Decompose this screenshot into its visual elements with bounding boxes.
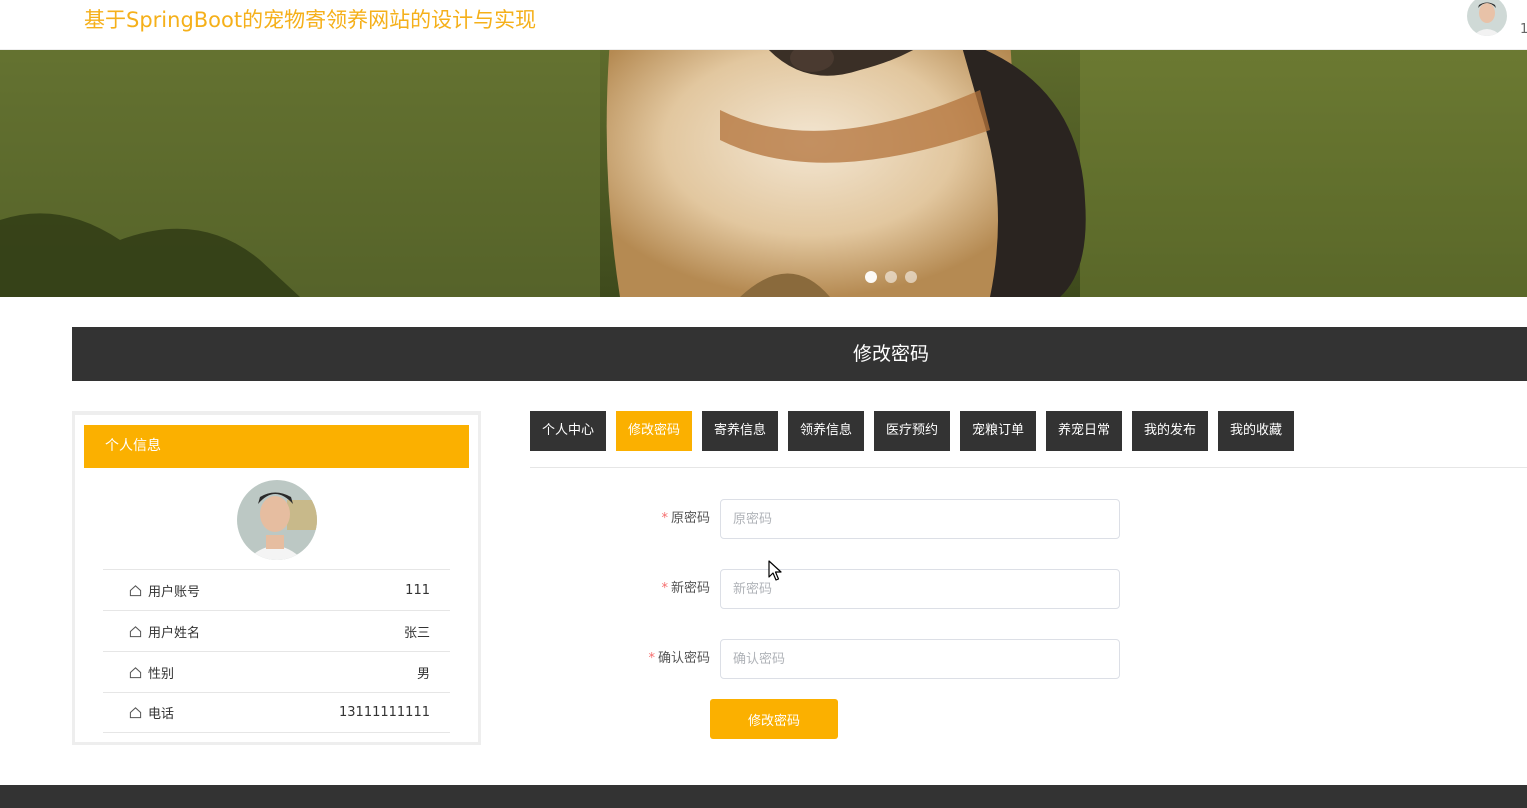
carousel-dot-2[interactable] xyxy=(885,271,897,283)
banner-image xyxy=(0,50,1527,297)
old-password-label-text: 原密码 xyxy=(670,511,710,526)
profile-field-value: 13111111111 xyxy=(339,705,430,720)
banner-carousel[interactable] xyxy=(0,50,1527,297)
user-avatar[interactable] xyxy=(1467,0,1507,36)
profile-field-value: 111 xyxy=(405,582,430,598)
new-password-label: * 新密码 xyxy=(661,569,710,609)
profile-field-label-wrapper: 性别 xyxy=(129,663,174,682)
home-icon xyxy=(129,666,142,678)
confirm-password-label: * 确认密码 xyxy=(648,639,710,679)
old-password-label: * 原密码 xyxy=(661,499,710,539)
confirm-password-row: * 确认密码 xyxy=(620,639,1120,679)
profile-field-label: 用户账号 xyxy=(148,584,201,600)
tab-pet-daily[interactable]: 养宠日常 xyxy=(1046,411,1122,451)
profile-field-label: 电话 xyxy=(148,707,175,722)
required-mark: * xyxy=(661,581,668,596)
tab-pet-food-orders[interactable]: 宠粮订单 xyxy=(960,411,1036,451)
page-title: 修改密码 xyxy=(72,327,1527,381)
user-center-tabs: 个人中心 修改密码 寄养信息 领养信息 医疗预约 宠粮订单 养宠日常 我的发布 … xyxy=(530,411,1294,451)
tab-change-password[interactable]: 修改密码 xyxy=(616,411,692,451)
tab-medical-appointment[interactable]: 医疗预约 xyxy=(874,411,950,451)
confirm-password-label-text: 确认密码 xyxy=(657,651,710,666)
profile-field-value: 男 xyxy=(416,666,430,682)
profile-field-label-wrapper: 用户姓名 xyxy=(129,622,200,641)
profile-field-value: 张三 xyxy=(403,625,430,641)
profile-avatar xyxy=(237,480,317,560)
new-password-label-text: 新密码 xyxy=(670,581,710,596)
profile-field-label-wrapper: 电话 xyxy=(129,703,174,722)
tab-my-favorites[interactable]: 我的收藏 xyxy=(1218,411,1294,451)
mouse-cursor-icon xyxy=(768,560,782,581)
tab-foster-info[interactable]: 寄养信息 xyxy=(702,411,778,451)
change-password-button[interactable]: 修改密码 xyxy=(710,699,838,739)
home-icon xyxy=(129,584,142,596)
profile-field-account: 用户账号 111 xyxy=(103,569,450,610)
top-header: 基于SpringBoot的宠物寄领养网站的设计与实现 1 xyxy=(0,0,1527,50)
profile-card: 个人信息 用户账号 111 用户姓名 张三 性别 男 电话 1311111111… xyxy=(72,411,481,745)
home-icon xyxy=(129,707,142,719)
tabs-divider xyxy=(530,467,1527,468)
profile-field-phone: 电话 13111111111 xyxy=(103,692,450,733)
old-password-row: * 原密码 xyxy=(620,499,1120,539)
profile-card-header: 个人信息 xyxy=(84,425,469,468)
carousel-dot-1[interactable] xyxy=(865,271,877,283)
user-name-label[interactable]: 1 xyxy=(1520,22,1527,37)
profile-field-gender: 性别 男 xyxy=(103,651,450,692)
confirm-password-input[interactable] xyxy=(720,639,1120,679)
carousel-indicators xyxy=(865,271,917,283)
page-footer xyxy=(0,785,1527,808)
profile-field-label: 用户姓名 xyxy=(148,625,201,641)
required-mark: * xyxy=(648,651,655,666)
home-icon xyxy=(129,625,142,637)
carousel-dot-3[interactable] xyxy=(905,271,917,283)
site-title[interactable]: 基于SpringBoot的宠物寄领养网站的设计与实现 xyxy=(84,4,536,34)
tab-personal-center[interactable]: 个人中心 xyxy=(530,411,606,451)
profile-field-name: 用户姓名 张三 xyxy=(103,610,450,651)
profile-field-label: 性别 xyxy=(148,666,175,682)
tab-my-posts[interactable]: 我的发布 xyxy=(1132,411,1208,451)
profile-info-list: 用户账号 111 用户姓名 张三 性别 男 电话 13111111111 xyxy=(103,569,450,733)
old-password-input[interactable] xyxy=(720,499,1120,539)
new-password-row: * 新密码 xyxy=(620,569,1120,609)
required-mark: * xyxy=(661,511,668,526)
tab-adoption-info[interactable]: 领养信息 xyxy=(788,411,864,451)
profile-field-label-wrapper: 用户账号 xyxy=(129,581,200,600)
